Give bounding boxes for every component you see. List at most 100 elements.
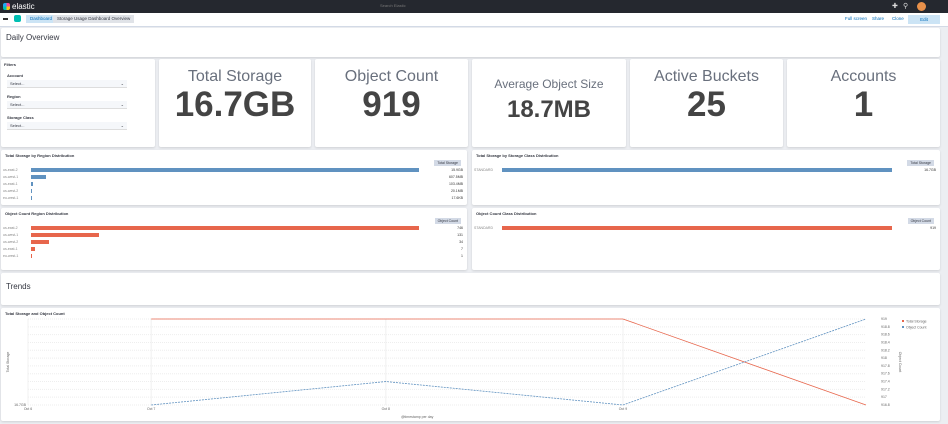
metric-label: Average Object Size [494,77,604,91]
right-tick-label: 917.6 [881,372,890,376]
bar-chart-panel: Object Count Region Distribution Object … [1,208,467,270]
bar-row: us-east-1 7 [3,247,463,252]
region-select[interactable]: Select... ⌄ [7,101,127,109]
daily-overview-panel: Daily Overview [1,28,940,57]
bar-value: 1 [461,254,463,258]
bar-value: 34 [459,240,463,244]
account-value: Select... [10,81,25,86]
legend-toggle-button[interactable]: Object Count [907,218,934,224]
bar-value: 919 [930,226,936,230]
edit-button[interactable]: Edit [908,15,940,24]
series-line-total-storage[interactable] [151,318,867,406]
clone-link[interactable]: Clone [892,16,904,21]
bar-row: us-west-1 607.5MB [3,175,463,180]
metric-value: 919 [362,85,421,124]
x-tick-label: Oct 7 [147,407,155,411]
bar[interactable] [31,196,32,200]
x-axis-title: @timestamp per day [401,415,434,419]
left-axis-title: Total Storage [6,352,10,373]
bar-value: 17.6KB [451,196,463,200]
share-link[interactable]: Share [872,16,884,21]
bar[interactable] [502,168,892,172]
account-select[interactable]: Select... ⌄ [7,80,127,88]
filter-controls-panel: Filters Account Select... ⌄ Region Select… [1,59,155,147]
right-tick-label: 918.2 [881,348,890,352]
bar-value: 15.9GB [451,168,463,172]
chevron-down-icon: ⌄ [120,123,124,128]
bar[interactable] [31,233,100,237]
breadcrumb-bar [0,13,948,27]
account-label: Account [7,73,23,78]
bar-label: us-west-2 [3,189,19,193]
bar-row: us-east-1 103.4MB [3,182,463,187]
trends-panel: Trends [1,273,940,305]
right-tick-label: 918 [881,356,887,360]
bar-row: us-west-1 131 [3,233,463,238]
metric-value: 16.7GB [174,85,296,124]
bar-label: us-west-2 [3,240,19,244]
bar-chart-panel: Object Count Class Distribution Object C… [472,208,940,270]
storage-class-label: Storage Class [7,115,34,120]
bar-label: us-west-1 [3,175,19,179]
bar[interactable] [31,254,32,258]
controls-title: Filters [4,62,17,67]
bar[interactable] [31,175,46,179]
y-tick-label: 16.7GB [14,403,27,407]
right-tick-label: 917 [881,395,887,399]
right-tick-label: 919 [881,317,887,321]
bar[interactable] [31,240,49,244]
legend-toggle-button[interactable]: Total Storage [434,160,461,166]
legend-item[interactable]: Object Count [906,326,926,330]
global-search-input[interactable]: Search Elastic [380,3,406,8]
metric-label: Accounts [830,68,897,85]
metric-label: Total Storage [187,68,283,85]
chart-title: Object Count Region Distribution [5,211,69,216]
metric-total-storage: Total Storage 16.7GB [159,59,311,147]
breadcrumb-dashboard[interactable]: Dashboard [26,15,57,23]
storage-class-select[interactable]: Select... ⌄ [7,122,127,130]
right-axis-title: Object Count [898,352,902,372]
bar[interactable] [31,247,35,251]
legend-toggle-button[interactable]: Object Count [434,218,461,224]
bar-row: us-east-2 746 [3,226,463,231]
space-avatar[interactable] [14,15,21,22]
bar[interactable] [502,226,892,230]
region-label: Region [7,94,21,99]
full-screen-link[interactable]: Full screen [845,16,867,21]
bar[interactable] [31,189,32,193]
help-icon[interactable]: ✚ [892,2,898,10]
right-tick-label: 918.6 [881,333,890,337]
right-tick-label: 916.8 [881,403,890,407]
menu-toggle-icon[interactable] [3,18,8,20]
right-tick-label: 918.8 [881,325,890,329]
bar-value: 7 [461,247,463,251]
elastic-logo[interactable]: elastic [3,2,35,11]
chevron-down-icon: ⌄ [120,102,124,107]
metric-value: 18.7MB [506,96,592,123]
bar[interactable] [31,226,419,230]
right-tick-label: 917.8 [881,364,890,368]
section-title: Trends [6,282,31,291]
bar[interactable] [31,182,34,186]
series-line-object-count[interactable] [151,318,867,406]
bar-label: us-east-1 [3,182,18,186]
metric-average-object-size: Average Object Size 18.7MB [472,59,626,147]
x-tick-label: Oct 6 [24,407,32,411]
legend-toggle-button[interactable]: Total Storage [907,160,934,166]
bar-row: us-east-2 15.9GB [3,168,463,173]
news-icon[interactable]: ⚲ [903,2,908,10]
breadcrumb-current: Storage Usage Dashboard Overview [53,15,135,23]
bar-chart-panel: Total Storage by Region Distribution Tot… [1,150,467,205]
bar-label: us-west-1 [3,233,19,237]
bar-value: 20.1MB [450,189,463,193]
right-tick-label: 917.4 [881,380,890,384]
bar-row: us-west-2 34 [3,240,463,245]
bar-value: 607.5MB [448,175,463,179]
bar[interactable] [31,168,419,172]
bar-value: 131 [457,233,463,237]
legend-item[interactable]: Total Storage [906,320,927,324]
legend-swatch [902,326,904,328]
metric-object-count: Object Count 919 [315,59,468,147]
trend-line-chart-panel: Total Storage and Object Count Oct 6 Oct … [1,308,940,421]
user-avatar[interactable] [917,2,926,11]
